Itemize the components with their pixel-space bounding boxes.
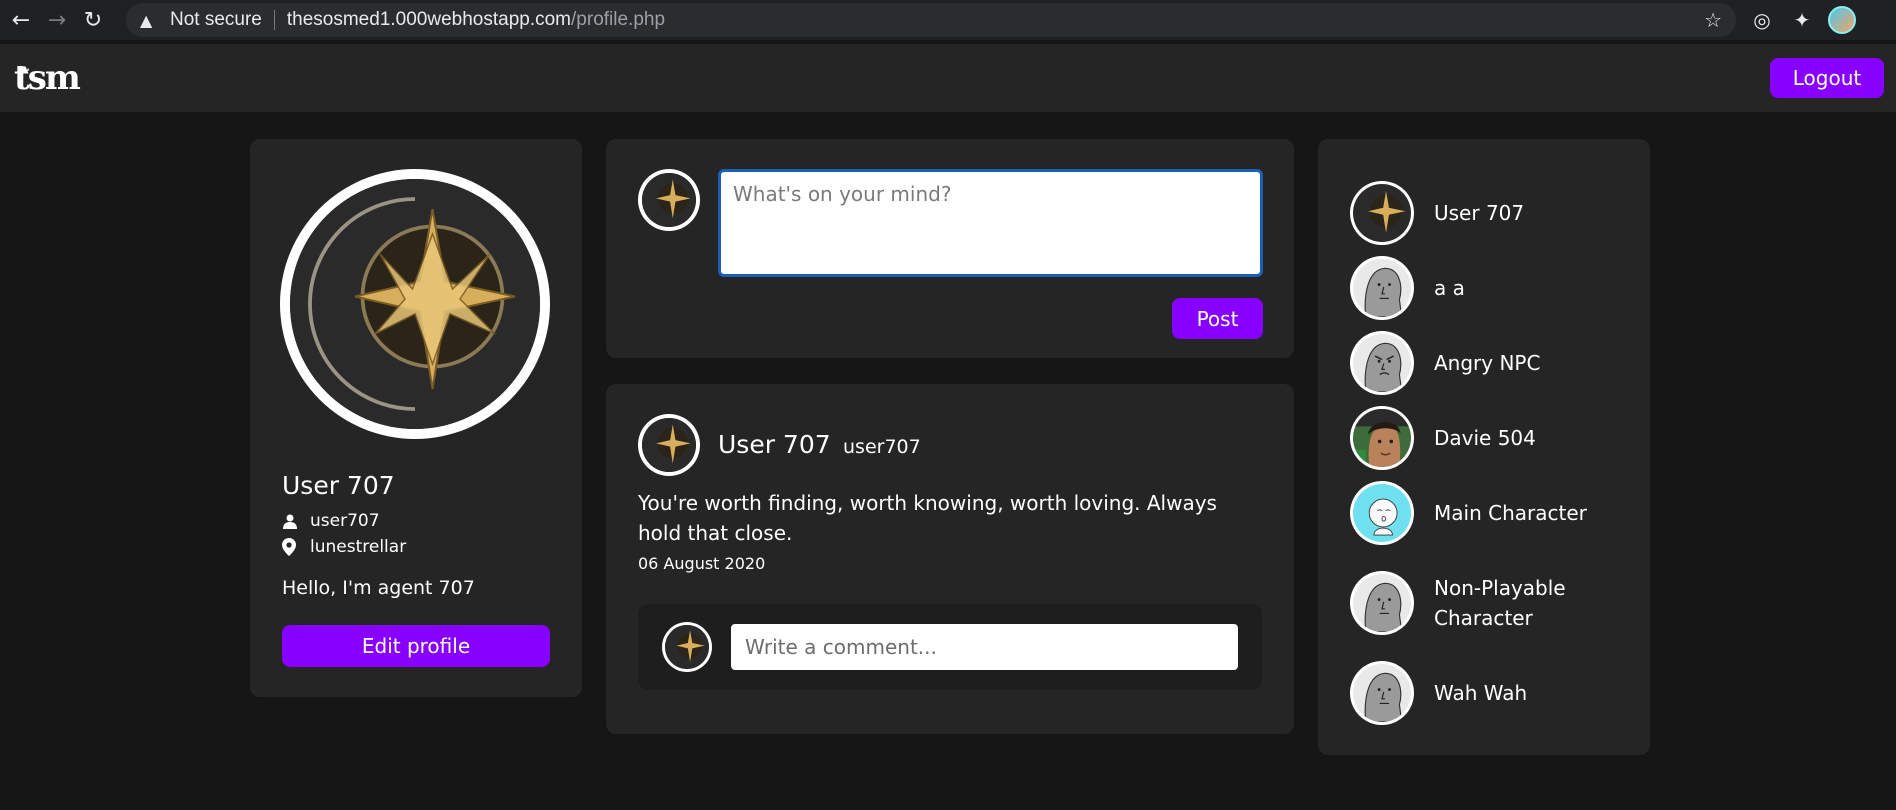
user-name: Main Character bbox=[1434, 501, 1587, 525]
site-logo[interactable]: ❧ tsm bbox=[14, 50, 81, 106]
star-moon-icon bbox=[665, 625, 709, 669]
back-icon[interactable]: ← bbox=[6, 5, 36, 35]
bookmark-star-icon[interactable]: ☆ bbox=[1704, 8, 1722, 32]
location-pin-icon bbox=[282, 538, 298, 556]
post-author-avatar[interactable] bbox=[638, 414, 700, 476]
compose-textarea[interactable] bbox=[718, 169, 1263, 277]
globe-icon[interactable]: ◎ bbox=[1748, 6, 1776, 34]
comment-box bbox=[638, 604, 1262, 690]
star-moon-icon bbox=[642, 173, 696, 227]
compose-avatar bbox=[638, 169, 700, 231]
app-header: ❧ tsm bbox=[0, 44, 1896, 112]
user-list-item[interactable]: Wah Wah bbox=[1350, 661, 1634, 725]
compose-card: Post bbox=[606, 139, 1294, 358]
main-character-icon bbox=[1353, 484, 1411, 542]
user-avatar bbox=[1350, 256, 1414, 320]
photo-avatar-icon bbox=[1353, 409, 1411, 467]
comment-input[interactable] bbox=[731, 624, 1238, 670]
profile-username: user707 bbox=[310, 511, 380, 531]
security-label: Not secure bbox=[170, 9, 262, 30]
sprout-icon: ❧ bbox=[18, 62, 30, 78]
post-date: 06 August 2020 bbox=[638, 554, 766, 573]
profile-name: User 707 bbox=[282, 471, 395, 500]
user-list-item[interactable]: a a bbox=[1350, 256, 1634, 320]
profile-bio: Hello, I'm agent 707 bbox=[282, 577, 475, 599]
url-path: /profile.php bbox=[571, 9, 666, 30]
user-avatar bbox=[1350, 406, 1414, 470]
reload-icon[interactable]: ↻ bbox=[78, 5, 108, 35]
user-name: User 707 bbox=[1434, 201, 1525, 225]
user-list-item[interactable]: User 707 bbox=[1350, 181, 1634, 245]
npc-icon bbox=[1353, 259, 1411, 317]
user-avatar bbox=[1350, 181, 1414, 245]
user-name: a a bbox=[1434, 276, 1465, 300]
profile-avatar bbox=[280, 169, 550, 439]
user-name: Wah Wah bbox=[1434, 681, 1528, 705]
post-author-name[interactable]: User 707 bbox=[718, 430, 831, 459]
extensions-puzzle-icon[interactable]: ✦ bbox=[1788, 6, 1816, 34]
browser-toolbar: ← → ↻ ▲ Not secure thesosmed1.000webhost… bbox=[0, 0, 1896, 40]
profile-username-row: user707 bbox=[282, 511, 380, 531]
comment-avatar bbox=[662, 622, 712, 672]
user-list-item[interactable]: Non-Playable Character bbox=[1350, 571, 1634, 635]
divider bbox=[273, 10, 275, 30]
post-author-handle[interactable]: user707 bbox=[843, 436, 921, 458]
profile-card: User 707 user707 lunestrellar Hello, I'm… bbox=[250, 139, 582, 697]
edit-profile-button[interactable]: Edit profile bbox=[282, 625, 550, 667]
user-list-item[interactable]: Main Character bbox=[1350, 481, 1634, 545]
star-moon-icon bbox=[290, 179, 540, 429]
star-moon-icon bbox=[642, 418, 696, 472]
user-icon bbox=[282, 513, 298, 529]
user-avatar bbox=[1350, 661, 1414, 725]
url-host: thesosmed1.000webhostapp.com bbox=[286, 9, 572, 30]
angry-npc-icon bbox=[1353, 334, 1411, 392]
user-avatar bbox=[1350, 571, 1414, 635]
forward-icon[interactable]: → bbox=[42, 5, 72, 35]
npc-icon bbox=[1353, 664, 1411, 722]
user-name: Davie 504 bbox=[1434, 426, 1536, 450]
post-button[interactable]: Post bbox=[1172, 298, 1263, 339]
user-avatar bbox=[1350, 481, 1414, 545]
user-list-item[interactable]: Angry NPC bbox=[1350, 331, 1634, 395]
user-avatar bbox=[1350, 331, 1414, 395]
address-bar[interactable]: ▲ Not secure thesosmed1.000webhostapp.co… bbox=[126, 3, 1736, 37]
post-text: You're worth finding, worth knowing, wor… bbox=[638, 491, 1217, 545]
warning-icon: ▲ bbox=[140, 10, 153, 30]
user-name: Angry NPC bbox=[1434, 351, 1541, 375]
profile-location-row: lunestrellar bbox=[282, 537, 406, 557]
post-card: User 707 user707 You're worth finding, w… bbox=[606, 384, 1294, 734]
user-name: Non-Playable Character bbox=[1434, 576, 1566, 630]
logout-button[interactable]: Logout bbox=[1770, 58, 1884, 98]
user-list-item[interactable]: Davie 504 bbox=[1350, 406, 1634, 470]
star-moon-icon bbox=[1353, 184, 1411, 242]
profile-location: lunestrellar bbox=[310, 537, 407, 557]
users-list-card: User 707 a a Angry NPC Davie 504 Main Ch… bbox=[1318, 139, 1650, 755]
browser-profile-avatar[interactable] bbox=[1828, 6, 1856, 34]
npc-icon bbox=[1353, 574, 1411, 632]
